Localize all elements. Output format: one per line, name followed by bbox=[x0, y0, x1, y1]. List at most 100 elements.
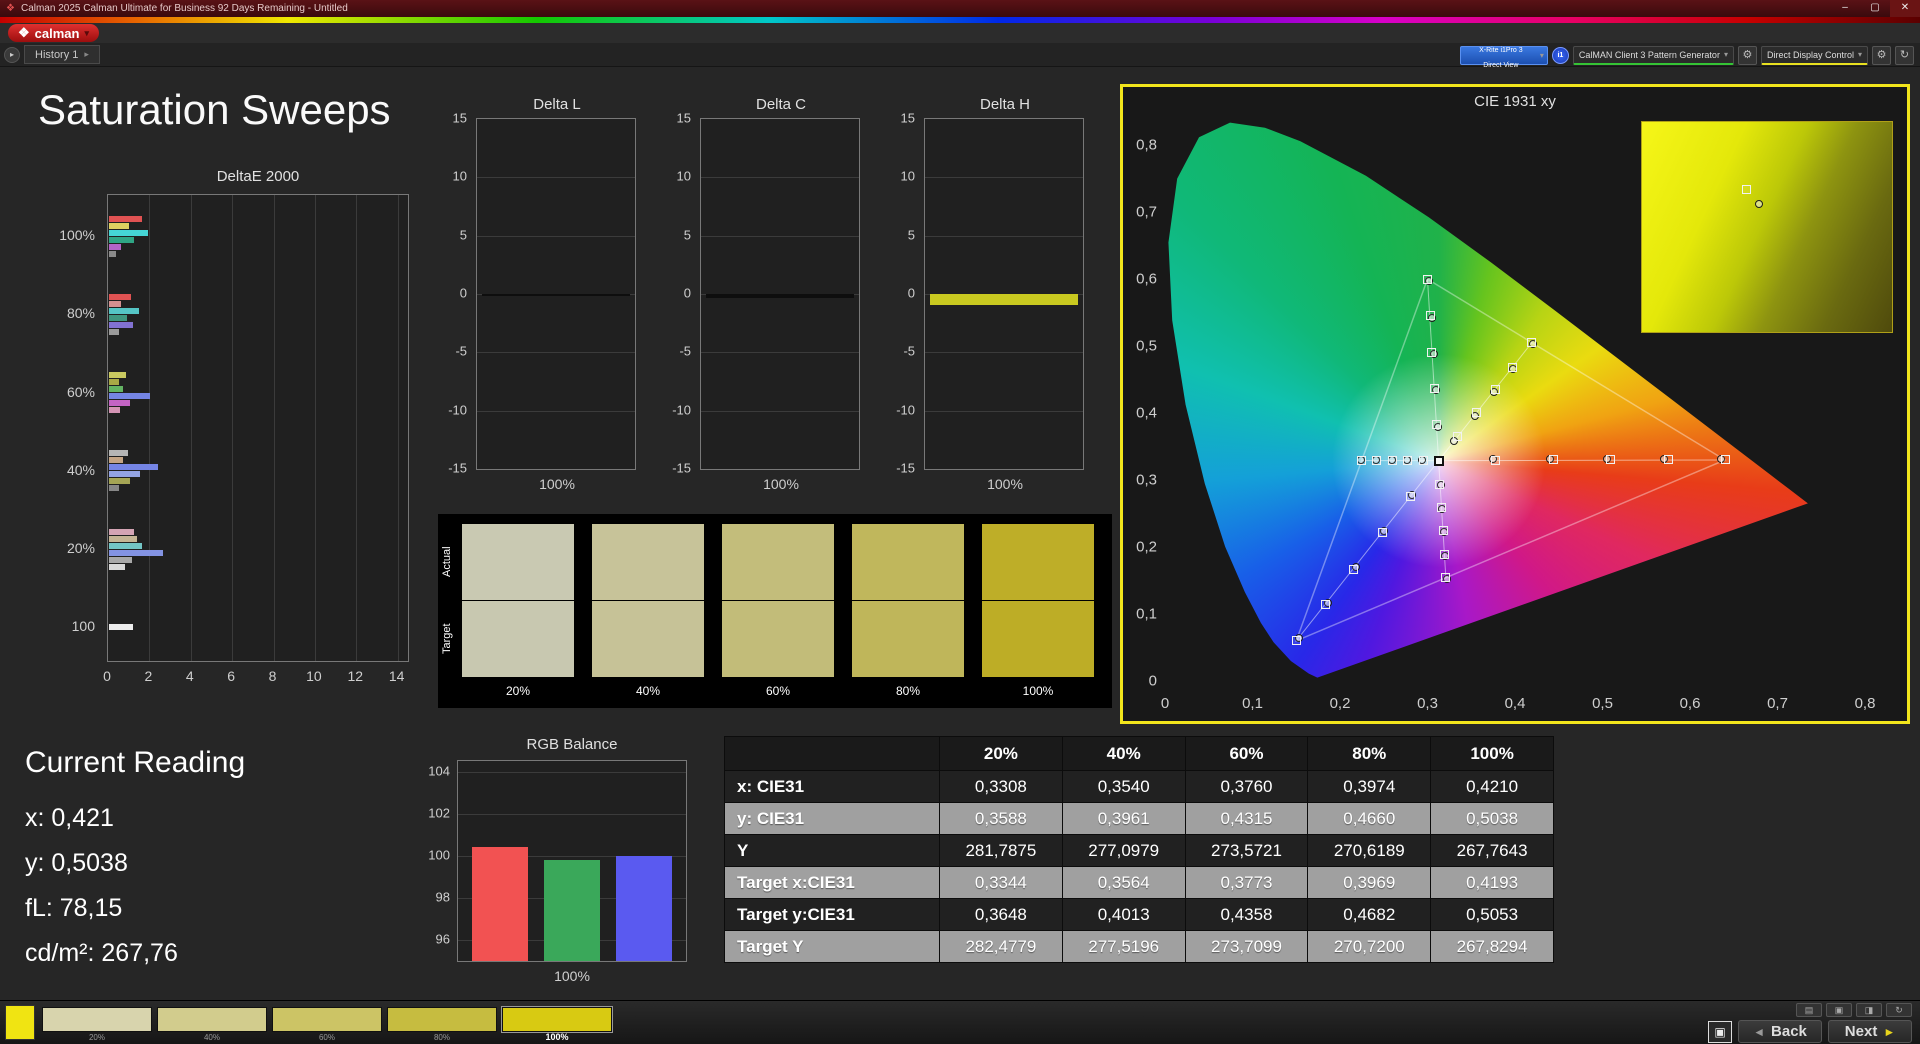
reading-x: x: 0,421 bbox=[25, 804, 114, 832]
tab-history-1[interactable]: History 1 ▸ bbox=[24, 45, 100, 64]
deltae-bar bbox=[109, 379, 120, 386]
target-point bbox=[1291, 636, 1301, 646]
calman-logo-text: calman bbox=[34, 25, 80, 41]
y-tick-label: 104 bbox=[428, 763, 450, 779]
rgb-balance-chart: RGB Balance 104 102 100 98 96 100% bbox=[413, 736, 707, 996]
column-header: 20% bbox=[939, 736, 1063, 771]
target-point bbox=[1430, 383, 1439, 393]
actual-swatch bbox=[852, 524, 964, 600]
meter-select-button[interactable]: X-Rite i1Pro 3 Direct View ▾ bbox=[1459, 45, 1548, 69]
reading-fl: fL: 78,15 bbox=[25, 894, 123, 922]
page-title: Saturation Sweeps bbox=[38, 86, 391, 133]
target-point bbox=[1320, 600, 1330, 610]
x-tick-label: 0 bbox=[1160, 695, 1170, 712]
grid-line bbox=[458, 813, 686, 815]
reading-cdm2: cd/m²: 267,76 bbox=[25, 939, 178, 967]
pattern-window-button[interactable]: ▣ bbox=[1708, 1020, 1732, 1043]
table-row: Target x:CIE31 0,3344 0,3564 0,3773 0,3969 0,… bbox=[724, 866, 1554, 899]
table-row: y: CIE31 0,3588 0,3961 0,4315 0,4660 0,5038 bbox=[724, 802, 1554, 835]
target-swatch bbox=[592, 601, 704, 677]
pattern-swatch[interactable]: 60% bbox=[272, 1007, 382, 1043]
target-point bbox=[1372, 456, 1382, 466]
grid-line bbox=[273, 195, 275, 661]
target-point bbox=[1441, 573, 1451, 583]
cie-zoom-inset bbox=[1641, 121, 1893, 333]
back-arrow-icon: ◄ bbox=[1753, 1024, 1766, 1039]
deltae-bar bbox=[109, 300, 122, 307]
pattern-swatch-label: 20% bbox=[88, 1033, 105, 1042]
cell-value: 0,3344 bbox=[939, 866, 1063, 899]
row-label: Y bbox=[724, 834, 940, 867]
grid-line bbox=[232, 195, 234, 661]
y-tick-label: 80% bbox=[66, 305, 95, 322]
y-tick-label: 0,2 bbox=[1136, 538, 1157, 556]
grid-icon-button[interactable]: ▤ bbox=[1796, 1003, 1822, 1017]
y-tick-label: -10 bbox=[672, 402, 691, 418]
deltae-bar bbox=[109, 393, 151, 400]
target-point bbox=[1472, 407, 1482, 417]
target-point bbox=[1402, 456, 1412, 466]
pattern-swatch[interactable]: 40% bbox=[157, 1007, 267, 1043]
refresh-icon-button[interactable]: ↻ bbox=[1886, 1003, 1912, 1017]
deltae-bar bbox=[109, 563, 125, 570]
x-tick-label: 0,7 bbox=[1767, 695, 1788, 712]
cell-value: 0,3974 bbox=[1307, 770, 1432, 803]
caret-right-icon: ▸ bbox=[84, 49, 89, 59]
actual-swatch bbox=[982, 524, 1094, 600]
current-reading-title: Current Reading bbox=[25, 746, 246, 779]
rgb-plot-area bbox=[457, 760, 687, 962]
display-control-button[interactable]: Direct Display Control ▾ bbox=[1760, 45, 1868, 65]
minimize-button[interactable]: – bbox=[1830, 0, 1860, 17]
target-point bbox=[1405, 492, 1415, 502]
swatch-label: 60% bbox=[765, 684, 791, 698]
cell-value: 0,4660 bbox=[1307, 802, 1432, 835]
y-tick-label: 0 bbox=[683, 285, 691, 301]
close-button[interactable]: ✕ bbox=[1890, 0, 1920, 17]
reading-y: y: 0,5038 bbox=[25, 849, 128, 877]
delta-h-x-label: 100% bbox=[987, 476, 1023, 492]
pattern-generator-button[interactable]: CalMAN Client 3 Pattern Generator ▾ bbox=[1572, 45, 1734, 65]
delta-bar bbox=[482, 294, 630, 296]
pattern-swatch[interactable]: 100% bbox=[501, 1006, 613, 1043]
cell-value: 277,0979 bbox=[1061, 834, 1186, 867]
swatch-label: 40% bbox=[635, 684, 661, 698]
y-tick-label: 0,5 bbox=[1136, 337, 1157, 355]
pattern-swatch-patch bbox=[272, 1007, 382, 1032]
tab-nav-button[interactable]: ▸ bbox=[4, 46, 20, 63]
target-point bbox=[1438, 526, 1448, 536]
cell-value: 277,5196 bbox=[1061, 930, 1186, 963]
target-point bbox=[1507, 362, 1517, 372]
table-row: Y 281,7875 277,0979 273,5721 270,6189 267,764… bbox=[724, 834, 1554, 867]
calman-logo-menu[interactable]: ❖ calman ▾ bbox=[8, 24, 99, 42]
deltae-bar bbox=[109, 314, 127, 321]
maximize-button[interactable]: ▢ bbox=[1860, 0, 1890, 17]
bottom-bar: 20% 40% 60% 80% 100% ▤ ▣ ◨ ↻ ▣ ◄ Back Next ► bbox=[0, 1000, 1920, 1044]
grid-line bbox=[701, 235, 859, 237]
pattern-generator-settings-button[interactable]: ⚙ bbox=[1737, 45, 1757, 65]
actual-swatch bbox=[722, 524, 834, 600]
cell-value: 0,3760 bbox=[1184, 770, 1309, 803]
pattern-swatch[interactable]: 80% bbox=[387, 1007, 497, 1043]
delta-c-plot-area bbox=[700, 118, 860, 470]
target-point bbox=[1388, 456, 1397, 466]
delta-bar bbox=[930, 294, 1078, 305]
target-point bbox=[1377, 528, 1387, 538]
chevron-down-icon: ▾ bbox=[84, 27, 89, 38]
cell-value: 0,4358 bbox=[1184, 898, 1309, 931]
chevron-down-icon: ▾ bbox=[1723, 50, 1728, 59]
pattern-icon-button[interactable]: ▣ bbox=[1826, 1003, 1852, 1017]
target-point bbox=[1720, 455, 1730, 465]
next-button[interactable]: Next ► bbox=[1828, 1020, 1912, 1043]
refresh-button[interactable]: ↻ bbox=[1895, 45, 1914, 65]
meter-labels: X-Rite i1Pro 3 Direct View bbox=[1464, 40, 1538, 70]
split-view-icon-button[interactable]: ◨ bbox=[1856, 1003, 1882, 1017]
y-tick-label: 96 bbox=[435, 931, 450, 947]
display-control-settings-button[interactable]: ⚙ bbox=[1872, 45, 1891, 65]
next-label: Next bbox=[1844, 1023, 1878, 1040]
grid-line bbox=[925, 235, 1083, 237]
delta-bar bbox=[706, 294, 854, 299]
back-button[interactable]: ◄ Back bbox=[1738, 1020, 1822, 1043]
pattern-swatch[interactable]: 20% bbox=[42, 1007, 152, 1043]
target-point bbox=[1348, 564, 1358, 574]
grid-line bbox=[701, 177, 859, 179]
